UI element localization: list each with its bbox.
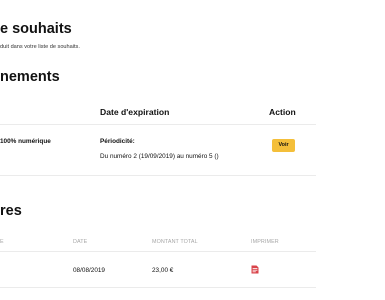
invoices-title: res [0, 203, 22, 219]
periodicity-value: Du numéro 2 (19/09/2019) au numéro 5 () [100, 153, 219, 160]
table-divider [0, 124, 316, 125]
table-divider [0, 287, 316, 288]
column-amount: MONTANT TOTAL [152, 239, 198, 245]
pdf-file-icon[interactable] [251, 265, 259, 274]
column-first: E [0, 239, 4, 245]
column-print: IMPRIMER [251, 239, 279, 245]
invoice-amount: 23,00 € [152, 267, 174, 274]
wishlist-subtitle: duit dans votre liste de souhaits. [0, 44, 80, 50]
view-subscription-button[interactable]: Voir [272, 139, 295, 152]
pdf-file-shape [251, 265, 259, 274]
table-divider [0, 175, 316, 176]
column-date: DATE [73, 239, 88, 245]
pdf-file-line [252, 271, 256, 273]
table-divider [0, 251, 316, 252]
wishlist-title: e souhaits [0, 21, 72, 37]
periodicity-label: Périodicité: [100, 138, 135, 145]
pdf-file-line [252, 269, 258, 271]
subscriptions-title: nements [0, 69, 60, 85]
column-expiration-date: Date d'expiration [100, 107, 170, 117]
subscription-product: 100% numérique [0, 138, 51, 145]
column-action: Action [269, 107, 296, 117]
invoice-date: 08/08/2019 [73, 267, 105, 274]
pdf-file-line [252, 268, 258, 269]
